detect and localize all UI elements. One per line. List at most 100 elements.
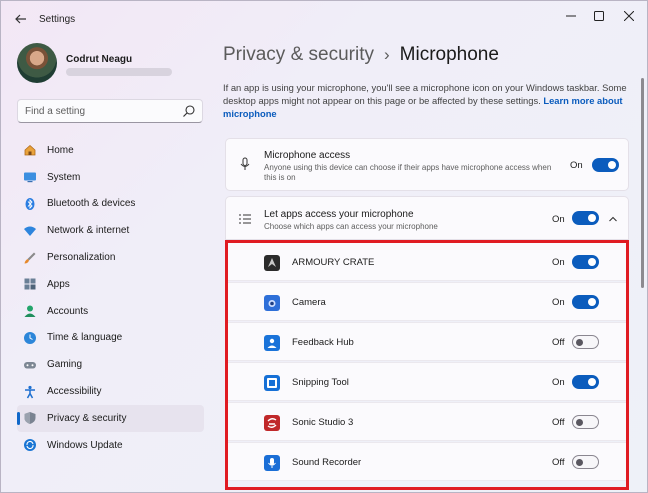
app-toggle-state: Off bbox=[552, 417, 565, 428]
breadcrumb-parent[interactable]: Privacy & security bbox=[223, 44, 374, 66]
sidebar-nav: Home System Bluetooth & devices Network … bbox=[17, 137, 204, 459]
search-icon bbox=[183, 105, 195, 117]
sidebar-item-accounts[interactable]: Accounts bbox=[17, 298, 204, 325]
app-row-feedback-hub: Feedback Hub Off bbox=[225, 322, 629, 361]
bluetooth-icon bbox=[23, 197, 37, 211]
app-toggle-state: Off bbox=[552, 337, 565, 348]
app-row-snipping-tool: Snipping Tool On bbox=[225, 362, 629, 401]
sidebar-item-privacy-security[interactable]: Privacy & security bbox=[17, 404, 204, 432]
sound-recorder-toggle[interactable] bbox=[572, 455, 599, 469]
settings-window: Settings Codrut Neagu Find a setting Hom… bbox=[0, 0, 648, 493]
time-language-icon bbox=[23, 331, 37, 345]
network-icon bbox=[23, 224, 37, 238]
sidebar-item-apps[interactable]: Apps bbox=[17, 271, 204, 298]
toggle-knob bbox=[608, 161, 616, 169]
toggle-knob bbox=[576, 418, 583, 426]
sidebar-item-label: Home bbox=[47, 144, 74, 156]
list-settings-icon bbox=[239, 214, 251, 224]
search-input[interactable]: Find a setting bbox=[17, 99, 203, 123]
close-button[interactable] bbox=[615, 7, 643, 25]
toggle-knob bbox=[588, 378, 596, 386]
page-title: Microphone bbox=[399, 44, 499, 65]
chevron-up-icon[interactable] bbox=[608, 214, 618, 224]
let-apps-access-toggle[interactable] bbox=[572, 211, 599, 225]
scrollbar[interactable] bbox=[641, 78, 644, 288]
search-placeholder: Find a setting bbox=[25, 106, 86, 117]
sidebar-item-network[interactable]: Network & internet bbox=[17, 217, 204, 244]
sidebar-item-system[interactable]: System bbox=[17, 164, 204, 191]
personalization-icon bbox=[23, 251, 37, 265]
back-arrow-icon bbox=[15, 14, 26, 24]
sidebar-item-time-language[interactable]: Time & language bbox=[17, 325, 204, 352]
app-name: Camera bbox=[292, 297, 326, 308]
sidebar-item-label: Gaming bbox=[47, 359, 83, 371]
sidebar-item-label: Accounts bbox=[47, 305, 89, 317]
breadcrumb-separator: › bbox=[383, 45, 390, 64]
privacy-shield-icon bbox=[23, 411, 37, 425]
sonic-studio-icon bbox=[264, 415, 280, 431]
app-toggle-state: On bbox=[552, 297, 565, 308]
app-row-sonic-studio: Sonic Studio 3 Off bbox=[225, 402, 629, 441]
microphone-access-card: Microphone access Anyone using this devi… bbox=[225, 138, 629, 191]
toggle-knob bbox=[576, 338, 583, 346]
camera-toggle[interactable] bbox=[572, 295, 599, 309]
home-icon bbox=[23, 143, 37, 157]
snipping-tool-toggle[interactable] bbox=[572, 375, 599, 389]
toggle-knob bbox=[576, 458, 583, 466]
system-icon bbox=[23, 170, 37, 184]
snipping-tool-icon bbox=[264, 375, 280, 391]
title-bar: Settings bbox=[1, 1, 647, 35]
toggle-knob bbox=[588, 258, 596, 266]
back-button[interactable] bbox=[11, 10, 31, 28]
armoury-crate-toggle[interactable] bbox=[572, 255, 599, 269]
sidebar-item-label: Privacy & security bbox=[47, 412, 127, 424]
app-row-sound-recorder: Sound Recorder Off bbox=[225, 442, 629, 481]
let-apps-access-title: Let apps access your microphone bbox=[264, 209, 414, 220]
sidebar-item-personalization[interactable]: Personalization bbox=[17, 244, 204, 271]
sidebar-item-label: Apps bbox=[47, 278, 70, 290]
sidebar-item-label: Bluetooth & devices bbox=[47, 198, 136, 210]
let-apps-access-card[interactable]: Let apps access your microphone Choose w… bbox=[225, 196, 629, 240]
microphone-access-state: On bbox=[570, 160, 583, 171]
app-name: Sonic Studio 3 bbox=[292, 417, 354, 428]
sonic-studio-toggle[interactable] bbox=[572, 415, 599, 429]
minimize-icon bbox=[566, 15, 576, 17]
microphone-access-title: Microphone access bbox=[264, 150, 351, 161]
sidebar-item-home[interactable]: Home bbox=[17, 137, 204, 164]
app-name: Sound Recorder bbox=[292, 457, 362, 468]
microphone-access-toggle[interactable] bbox=[592, 158, 619, 172]
sidebar-item-label: Personalization bbox=[47, 252, 116, 264]
armoury-crate-icon bbox=[264, 255, 280, 271]
sidebar-item-label: Time & language bbox=[47, 332, 123, 344]
app-name: ARMOURY CRATE bbox=[292, 257, 375, 268]
maximize-button[interactable] bbox=[585, 7, 613, 25]
sidebar-item-accessibility[interactable]: Accessibility bbox=[17, 378, 204, 405]
feedback-hub-toggle[interactable] bbox=[572, 335, 599, 349]
sidebar-item-gaming[interactable]: Gaming bbox=[17, 351, 204, 378]
gaming-icon bbox=[23, 358, 37, 372]
sidebar-item-label: System bbox=[47, 171, 81, 183]
toggle-knob bbox=[588, 214, 596, 222]
sound-recorder-icon bbox=[264, 455, 280, 471]
avatar[interactable] bbox=[17, 43, 57, 83]
toggle-knob bbox=[588, 298, 596, 306]
profile-name: Codrut Neagu bbox=[66, 54, 133, 65]
app-toggle-state: On bbox=[552, 257, 565, 268]
sidebar-item-label: Accessibility bbox=[47, 386, 102, 398]
breadcrumb: Privacy & security › Microphone bbox=[223, 44, 499, 66]
camera-icon bbox=[264, 295, 280, 311]
sidebar-item-label: Network & internet bbox=[47, 225, 130, 237]
sidebar-item-label: Windows Update bbox=[47, 439, 123, 451]
microphone-access-subtitle: Anyone using this device can choose if t… bbox=[264, 163, 552, 182]
app-toggle-state: On bbox=[552, 377, 565, 388]
sidebar-item-bluetooth[interactable]: Bluetooth & devices bbox=[17, 191, 204, 218]
page-description: If an app is using your microphone, you'… bbox=[223, 81, 633, 120]
app-row-armoury-crate: ARMOURY CRATE On bbox=[225, 242, 629, 281]
let-apps-access-state: On bbox=[552, 214, 565, 225]
feedback-hub-icon bbox=[264, 335, 280, 351]
minimize-button[interactable] bbox=[557, 7, 585, 25]
window-title: Settings bbox=[39, 14, 76, 25]
sidebar-item-windows-update[interactable]: Windows Update bbox=[17, 432, 204, 459]
app-toggle-state: Off bbox=[552, 457, 565, 468]
windows-update-icon bbox=[23, 438, 37, 452]
